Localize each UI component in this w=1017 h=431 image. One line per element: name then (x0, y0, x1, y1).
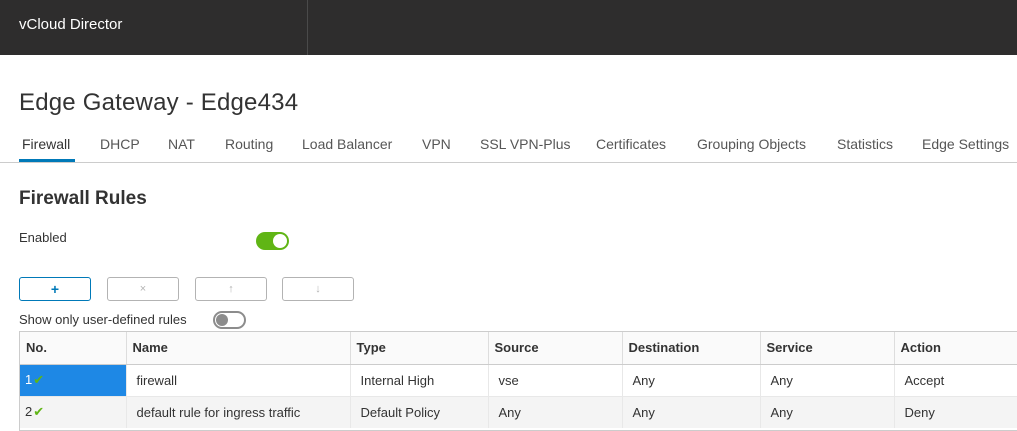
toggle-knob (216, 314, 228, 326)
column-header-action[interactable]: Action (894, 332, 1017, 365)
rule-name-cell[interactable]: firewall (126, 364, 351, 397)
rule-action-cell[interactable]: Accept (894, 364, 1017, 397)
tab-ssl-vpn-plus[interactable]: SSL VPN-Plus (480, 136, 571, 152)
user-defined-rules-toggle[interactable] (213, 311, 246, 329)
app-title[interactable]: vCloud Director (19, 16, 122, 33)
column-header-destination[interactable]: Destination (622, 332, 761, 365)
move-down-button[interactable]: ↓ (282, 277, 354, 301)
header-divider (307, 0, 308, 55)
table-row[interactable]: 2✔ default rule for ingress traffic Defa… (20, 396, 1017, 428)
tab-bar: Firewall DHCP NAT Routing Load Balancer … (0, 127, 1017, 163)
rule-number: 2 (25, 404, 33, 420)
delete-icon: × (139, 283, 147, 295)
arrow-up-icon: ↑ (228, 283, 234, 295)
checkmark-icon: ✔ (33, 404, 45, 420)
column-header-service[interactable]: Service (760, 332, 895, 365)
tab-nat[interactable]: NAT (168, 136, 195, 152)
rule-number: 1 (25, 372, 33, 387)
rule-source-cell[interactable]: Any (488, 396, 623, 428)
tab-dhcp[interactable]: DHCP (100, 136, 140, 152)
checkmark-icon: ✔ (33, 372, 45, 387)
tab-firewall[interactable]: Firewall (22, 136, 70, 152)
rule-number-cell[interactable]: 1✔ (20, 364, 127, 397)
table-header-row: No. Name Type Source Destination Service… (20, 332, 1017, 365)
tab-load-balancer[interactable]: Load Balancer (302, 136, 392, 152)
rule-service-cell[interactable]: Any (760, 396, 895, 428)
column-header-no[interactable]: No. (20, 332, 127, 365)
tab-grouping-objects[interactable]: Grouping Objects (697, 136, 806, 152)
active-tab-indicator (19, 159, 75, 162)
move-up-button[interactable]: ↑ (195, 277, 267, 301)
toggle-knob (273, 234, 287, 248)
section-title: Firewall Rules (19, 188, 147, 209)
rule-name-cell[interactable]: default rule for ingress traffic (126, 396, 351, 428)
tab-edge-settings[interactable]: Edge Settings (922, 136, 1009, 152)
tab-routing[interactable]: Routing (225, 136, 273, 152)
rule-source-cell[interactable]: vse (488, 364, 623, 397)
column-header-type[interactable]: Type (350, 332, 489, 365)
firewall-rules-table: No. Name Type Source Destination Service… (19, 331, 1017, 431)
tab-statistics[interactable]: Statistics (837, 136, 893, 152)
column-header-name[interactable]: Name (126, 332, 351, 365)
rule-type-cell[interactable]: Internal High (350, 364, 489, 397)
delete-rule-button[interactable]: × (107, 277, 179, 301)
plus-icon: + (50, 281, 60, 297)
rule-number-cell[interactable]: 2✔ (20, 396, 127, 428)
tab-vpn[interactable]: VPN (422, 136, 451, 152)
firewall-enabled-toggle[interactable] (256, 232, 289, 250)
page-title: Edge Gateway - Edge434 (19, 89, 299, 116)
rule-destination-cell[interactable]: Any (622, 364, 761, 397)
rule-service-cell[interactable]: Any (760, 364, 895, 397)
rule-type-cell[interactable]: Default Policy (350, 396, 489, 428)
arrow-down-icon: ↓ (315, 283, 321, 295)
rule-action-cell[interactable]: Deny (894, 396, 1017, 428)
user-defined-rules-label: Show only user-defined rules (19, 312, 187, 327)
column-header-source[interactable]: Source (488, 332, 623, 365)
tab-certificates[interactable]: Certificates (596, 136, 666, 152)
enabled-label: Enabled (19, 230, 67, 245)
top-header-bar: vCloud Director (0, 0, 1017, 55)
table-row[interactable]: 1✔ firewall Internal High vse Any Any Ac… (20, 364, 1017, 397)
add-rule-button[interactable]: + (19, 277, 91, 301)
rule-destination-cell[interactable]: Any (622, 396, 761, 428)
